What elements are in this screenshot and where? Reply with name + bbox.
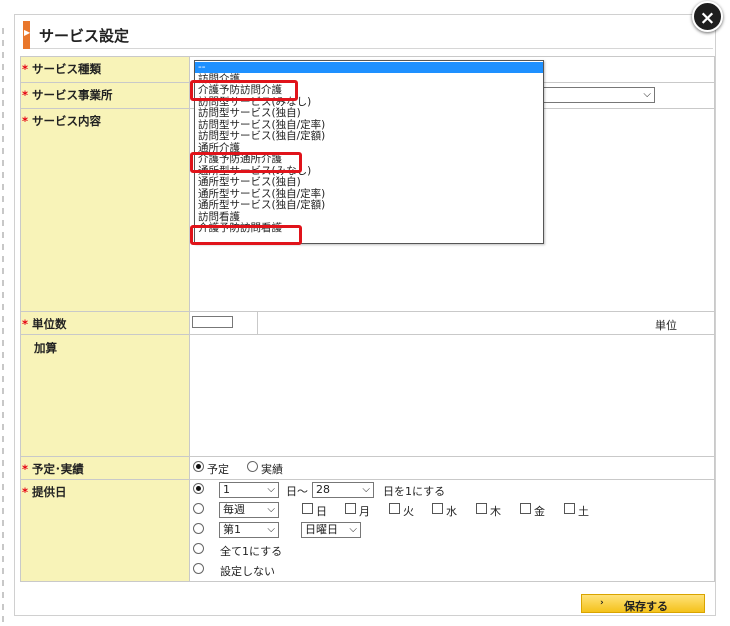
- day-range-suffix: 日を1にする: [383, 485, 446, 498]
- required-mark: *: [22, 485, 29, 499]
- service-type-option[interactable]: 訪問型サービス(独自/定額): [195, 131, 543, 142]
- row-divider: [20, 479, 715, 480]
- chevron-down-icon: ⌵: [362, 484, 370, 495]
- column-divider: [257, 311, 258, 334]
- label-text: サービス種類: [32, 62, 102, 76]
- chevron-down-icon: ⌵: [267, 524, 275, 535]
- weekday-checkbox-thu[interactable]: [476, 503, 487, 514]
- service-type-option[interactable]: 通所型サービス(独自/定率): [195, 188, 543, 200]
- chevron-down-icon: ⌵: [267, 484, 275, 495]
- plan-label: 予定: [207, 463, 229, 476]
- day-from-value: 1: [223, 483, 230, 496]
- weekday-checkbox-sun[interactable]: [302, 503, 313, 514]
- service-type-option[interactable]: --: [195, 62, 543, 73]
- row-divider: [20, 456, 715, 457]
- actual-label: 実績: [261, 463, 283, 476]
- required-mark: *: [22, 317, 29, 331]
- label-provide-days: * 提供日: [22, 484, 67, 500]
- set-all-radio[interactable]: [193, 543, 204, 554]
- units-suffix: 単位: [655, 319, 677, 332]
- weekday-checkbox-tue[interactable]: [389, 503, 400, 514]
- weekday-value: 日曜日: [305, 523, 338, 536]
- row-divider: [20, 311, 715, 312]
- weekday-label: 日: [316, 505, 327, 518]
- weekday-select[interactable]: 日曜日 ⌵: [301, 522, 361, 538]
- weekday-checkbox-fri[interactable]: [520, 503, 531, 514]
- service-type-option[interactable]: 通所型サービス(独自/定額): [195, 200, 543, 211]
- weekday-checkbox-wed[interactable]: [432, 503, 443, 514]
- label-text: サービス事業所: [32, 88, 113, 102]
- day-range-sep: 日〜: [286, 485, 308, 498]
- row-divider: [20, 56, 715, 57]
- days-range-radio[interactable]: [193, 483, 204, 494]
- weekday-label: 月: [359, 505, 370, 518]
- service-type-option[interactable]: 訪問型サービス(みなし): [195, 96, 543, 108]
- week-number-select[interactable]: 第1 ⌵: [219, 522, 279, 538]
- chevron-down-icon: ⌵: [267, 504, 275, 515]
- required-mark: *: [22, 114, 29, 128]
- label-service-type: * サービス種類: [22, 61, 101, 77]
- service-type-option[interactable]: 通所型サービス(独自): [195, 177, 543, 188]
- weekday-label: 金: [534, 505, 545, 518]
- weekday-label: 土: [578, 505, 589, 518]
- row-divider: [20, 581, 715, 582]
- required-mark: *: [22, 88, 29, 102]
- column-divider: [20, 56, 21, 581]
- service-type-option[interactable]: 訪問型サービス(独自): [195, 108, 543, 119]
- set-all-label: 全て1にする: [220, 545, 283, 558]
- chevron-down-icon: ⌵: [643, 89, 651, 100]
- no-setting-label: 設定しない: [220, 565, 275, 578]
- row-divider: [20, 334, 715, 335]
- weekday-checkbox-sat[interactable]: [564, 503, 575, 514]
- page-edge-dots: [2, 28, 4, 626]
- weekday-label: 水: [446, 505, 457, 518]
- plan-radio[interactable]: [193, 461, 204, 472]
- units-input[interactable]: [192, 316, 233, 328]
- label-provider: * サービス事業所: [22, 87, 113, 103]
- label-text: サービス内容: [32, 114, 102, 128]
- dialog-header: ▶ サービス設定: [23, 21, 713, 49]
- label-addition: 加算: [34, 341, 57, 355]
- label-text: 単位数: [32, 317, 67, 331]
- label-units: * 単位数: [22, 316, 67, 332]
- day-from-select[interactable]: 1 ⌵: [219, 482, 279, 498]
- weekday-label: 火: [403, 505, 414, 518]
- service-type-option[interactable]: 介護予防訪問介護: [195, 85, 543, 96]
- frequency-select[interactable]: 毎週 ⌵: [219, 502, 279, 518]
- service-type-option[interactable]: 訪問看護: [195, 211, 543, 223]
- column-divider: [189, 56, 190, 581]
- required-mark: *: [22, 462, 29, 476]
- label-text: 提供日: [32, 485, 67, 499]
- service-type-option[interactable]: 介護予防通所介護: [195, 154, 543, 165]
- service-type-option[interactable]: 通所介護: [195, 142, 543, 154]
- save-button-label: 保存する: [624, 600, 668, 613]
- chevron-right-icon: ›: [600, 598, 604, 608]
- service-type-option[interactable]: 通所型サービス(みなし): [195, 165, 543, 177]
- required-mark: *: [22, 62, 29, 76]
- column-divider: [714, 56, 715, 581]
- label-content: * サービス内容: [22, 113, 101, 129]
- service-type-option[interactable]: 訪問介護: [195, 73, 543, 85]
- chevron-down-icon: ⌵: [349, 524, 357, 535]
- service-type-option[interactable]: 訪問型サービス(独自/定率): [195, 119, 543, 131]
- frequency-value: 毎週: [223, 503, 245, 516]
- weekday-label: 木: [490, 505, 501, 518]
- day-to-select[interactable]: 28 ⌵: [312, 482, 374, 498]
- nth-week-radio[interactable]: [193, 523, 204, 534]
- weekday-checkbox-mon[interactable]: [345, 503, 356, 514]
- day-to-value: 28: [316, 483, 330, 496]
- label-plan-actual: * 予定･実績: [22, 461, 84, 477]
- label-text: 予定･実績: [32, 462, 84, 476]
- chevron-right-icon: ▶: [24, 28, 31, 37]
- service-type-listbox[interactable]: -- 訪問介護 介護予防訪問介護 訪問型サービス(みなし) 訪問型サービス(独自) 訪問型…: [194, 60, 544, 244]
- service-type-option[interactable]: 介護予防訪問看護: [195, 223, 543, 234]
- no-setting-radio[interactable]: [193, 563, 204, 574]
- week-number-value: 第1: [223, 523, 241, 536]
- save-button[interactable]: › 保存する: [581, 594, 705, 613]
- actual-radio[interactable]: [247, 461, 258, 472]
- dialog-title: サービス設定: [39, 27, 130, 45]
- weekly-radio[interactable]: [193, 503, 204, 514]
